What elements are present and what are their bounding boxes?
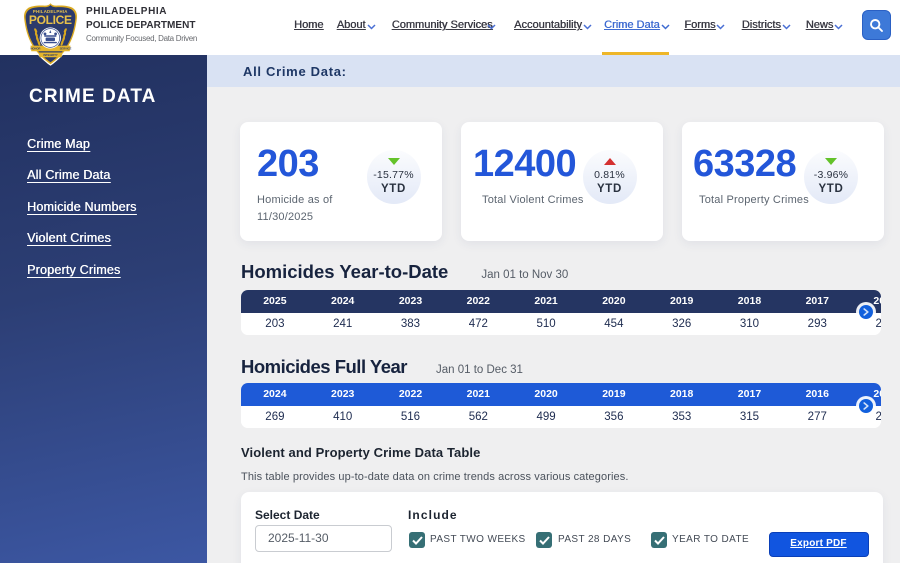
svg-text:POLICE: POLICE (29, 13, 72, 27)
svg-text:SERVICE: SERVICE (60, 47, 72, 51)
svg-text:HONOR: HONOR (30, 47, 40, 51)
svg-text:INTEGRITY: INTEGRITY (43, 53, 58, 57)
